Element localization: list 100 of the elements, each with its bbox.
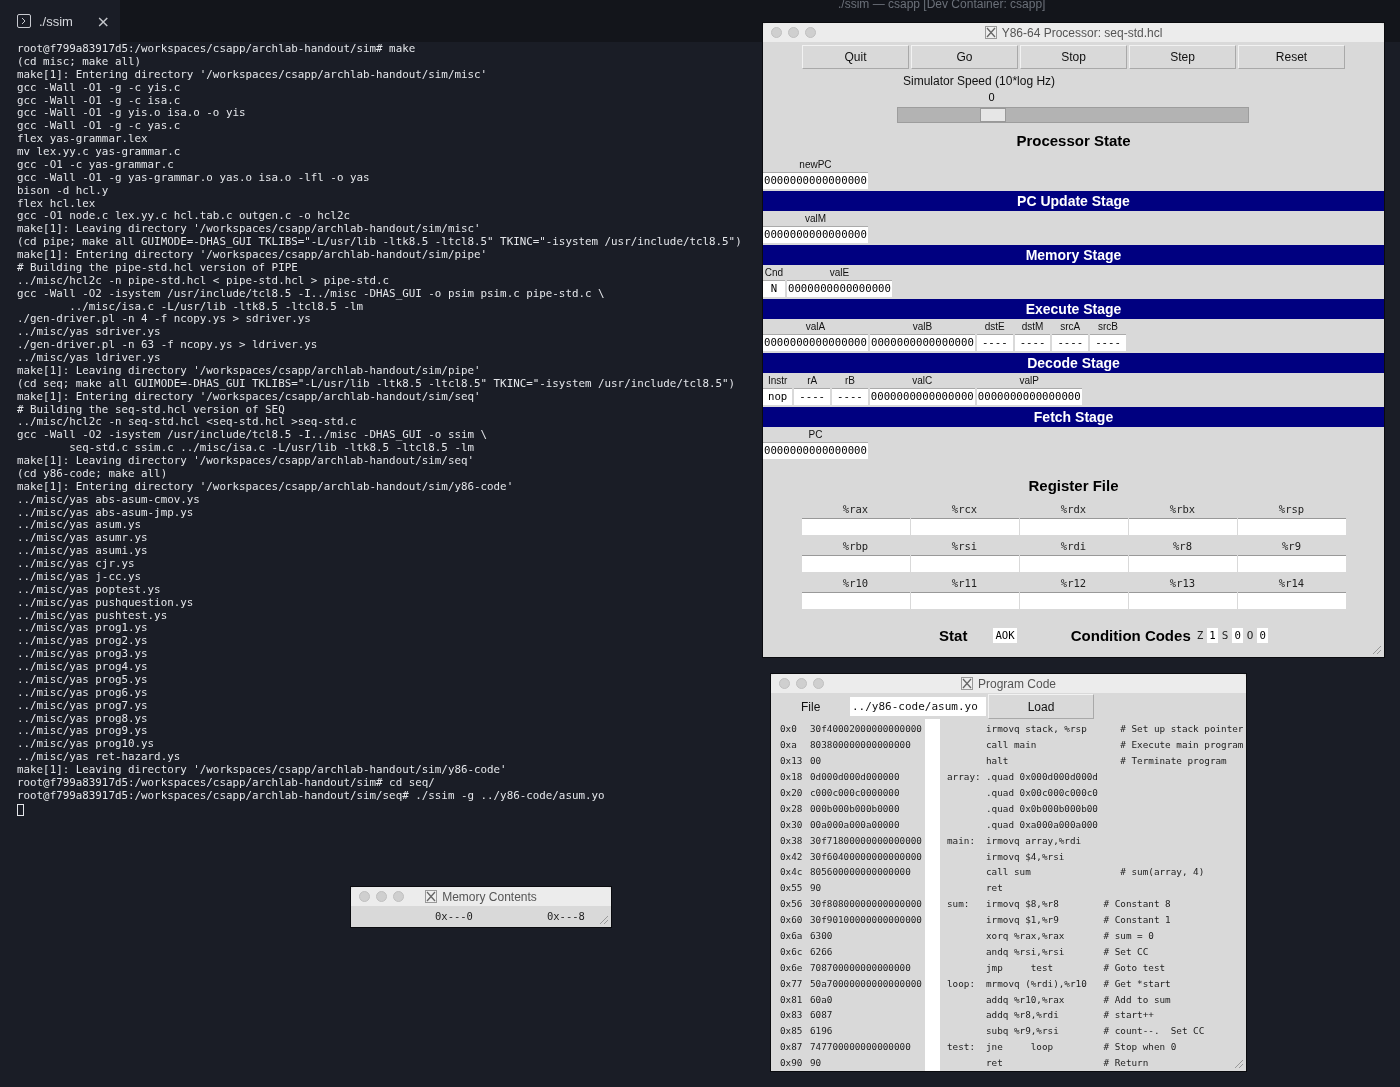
column-header: 0x---8 [546,909,585,924]
toolbar-button[interactable]: Stop [1020,45,1127,69]
machine-code-text: 30f90100000000000000 [810,913,922,928]
terminal-line: ../misc/yas prog3.ys [17,648,148,661]
terminal-line: ../misc/yas cjr.ys [17,558,135,571]
register-label: %r11 [950,576,979,591]
assembly-line: .quad 0x00c000c000c0 [986,785,1098,800]
file-path-field[interactable]: ../y86-code/asum.yo [850,697,986,717]
code-label: array: [946,770,982,785]
toolbar-button[interactable]: Quit [802,45,909,69]
terminal-line: gcc -O1 -c yas-grammar.c [17,158,174,172]
flag-field: 0 [1257,628,1268,643]
field-label: dstE [984,320,1005,334]
terminal-line: make[1]: Leaving directory '/workspaces/csapp/archlab-handout/sim/seq' [17,455,474,468]
value-field: 0000000000000000 [869,334,975,351]
assembly-line: call sum # sum(array, 4) [986,865,1205,880]
register-label: %r8 [1172,539,1193,554]
flag-label: O [1246,629,1254,642]
code-label: loop: [946,976,976,991]
terminal-line: ../misc/yas sdriver.ys [17,326,161,340]
terminal-line: (cd misc; make all) [17,55,142,69]
value-field: ---- [976,334,1013,351]
address-text: 0x18 [779,770,804,785]
close-button[interactable]: × [96,11,110,31]
section-heading: Processor State [1015,132,1132,149]
terminal-line: ../misc/yas pushquestion.ys [17,596,194,610]
terminal-line: flex yas-grammar.lex [17,133,148,146]
window-control-button[interactable] [805,27,816,38]
assembly-line: .quad 0x0b000b000b00 [986,801,1098,816]
field-label: PC [808,428,823,442]
field-label: File [801,699,822,714]
slider-thumb[interactable] [979,108,1006,122]
register-label: %rsi [950,539,979,554]
window-control-button[interactable] [813,678,824,689]
field-label: rA [807,374,818,388]
value-field: 0000000000000000 [763,226,868,243]
assembly-line: .quad 0xa000a000a000 [986,817,1098,832]
code-label: test: [946,1040,976,1055]
stat-field: AOK [993,628,1017,643]
address-text: 0x56 [779,897,804,912]
terminal-line: ../misc/hcl2c -n pipe-std.hcl < pipe-std.hcl > pipe-std.c [17,274,390,288]
register-label: %rdi [1059,539,1088,554]
tab-label: ./ssim [39,13,74,29]
address-text: 0x6a [779,929,804,943]
terminal-line: make[1]: Entering directory '/workspaces/csapp/archlab-handout/sim/seq' [17,390,481,404]
address-text: 0x20 [779,785,804,800]
toolbar-button[interactable]: Reset [1238,45,1345,69]
terminal-icon [17,14,31,28]
assembly-line: jmp test # Goto test [986,960,1166,975]
value-field: 0000000000000000 [976,388,1082,405]
value-field: ---- [1052,334,1089,351]
window-control-button[interactable] [771,27,782,38]
machine-code-text: 000b000b000b0000 [810,801,900,816]
address-text: 0x6e [779,960,804,975]
field-label: dstM [1021,320,1044,334]
address-text: 0x90 [779,1056,804,1071]
window-title: Y86-64 Processor: seq-std.hcl [1001,25,1163,40]
slider-value: 0 [988,91,995,103]
assembly-line: andq %rsi,%rsi # Set CC [986,944,1149,959]
window-control-button[interactable] [796,678,807,689]
terminal-line: root@f799a83917d5:/workspaces/csapp/archlab-handout/sim# cd seq/ [17,776,435,790]
machine-code-text: 708700000000000000 [810,960,911,975]
terminal-line: ../misc/yas prog2.ys [17,635,148,649]
machine-code-text: 30f60400000000000000 [810,849,922,864]
window-control-button[interactable] [779,678,790,689]
value-field: 0000000000000000 [787,280,892,297]
machine-code-text: 50a70000000000000000 [810,976,922,991]
toolbar-button[interactable]: Step [1129,45,1236,69]
field-label: valB [912,320,933,334]
toolbar-button[interactable]: Go [911,45,1018,69]
resize-grip-icon [1370,643,1382,655]
window-control-button[interactable] [376,891,387,902]
machine-code-text: 803800000000000000 [810,738,911,753]
assembly-line: jne loop # Stop when 0 [986,1040,1177,1055]
terminal-line: ../misc/yas j-cc.ys [17,570,142,584]
field-label: valM [804,212,827,226]
stage-banner: PC Update Stage [763,191,1384,211]
terminal-line: make[1]: Entering directory '/workspaces/csapp/archlab-handout/sim/pipe' [17,249,488,262]
condition-codes-label: Condition Codes [1070,627,1191,644]
address-text: 0x28 [779,801,804,816]
window-control-button[interactable] [359,891,370,902]
address-text: 0x38 [779,833,804,848]
register-label: %rcx [950,502,979,517]
speed-slider[interactable] [897,107,1249,123]
window-control-button[interactable] [393,891,404,902]
window-control-button[interactable] [788,27,799,38]
value-field: 0000000000000000 [763,442,868,459]
field-label: Cnd [764,266,784,280]
field-label: srcA [1060,320,1081,334]
assembly-line: ret # Return [986,1056,1149,1071]
terminal-line: ../misc/yas abs-asum-jmp.ys [17,506,194,520]
value-field: 0000000000000000 [869,388,975,405]
register-label: %rax [841,502,870,517]
terminal-line: ../misc/yas asumr.ys [17,532,148,546]
terminal-line: gcc -Wall -O1 -g -c isa.c [17,94,181,108]
text-cursor [17,803,24,816]
terminal-tab[interactable]: ./ssim × [0,0,120,42]
load-button[interactable]: Load [988,694,1094,720]
terminal-line: ../misc/yas prog7.ys [17,699,148,713]
machine-code-text: 6087 [810,1008,833,1023]
